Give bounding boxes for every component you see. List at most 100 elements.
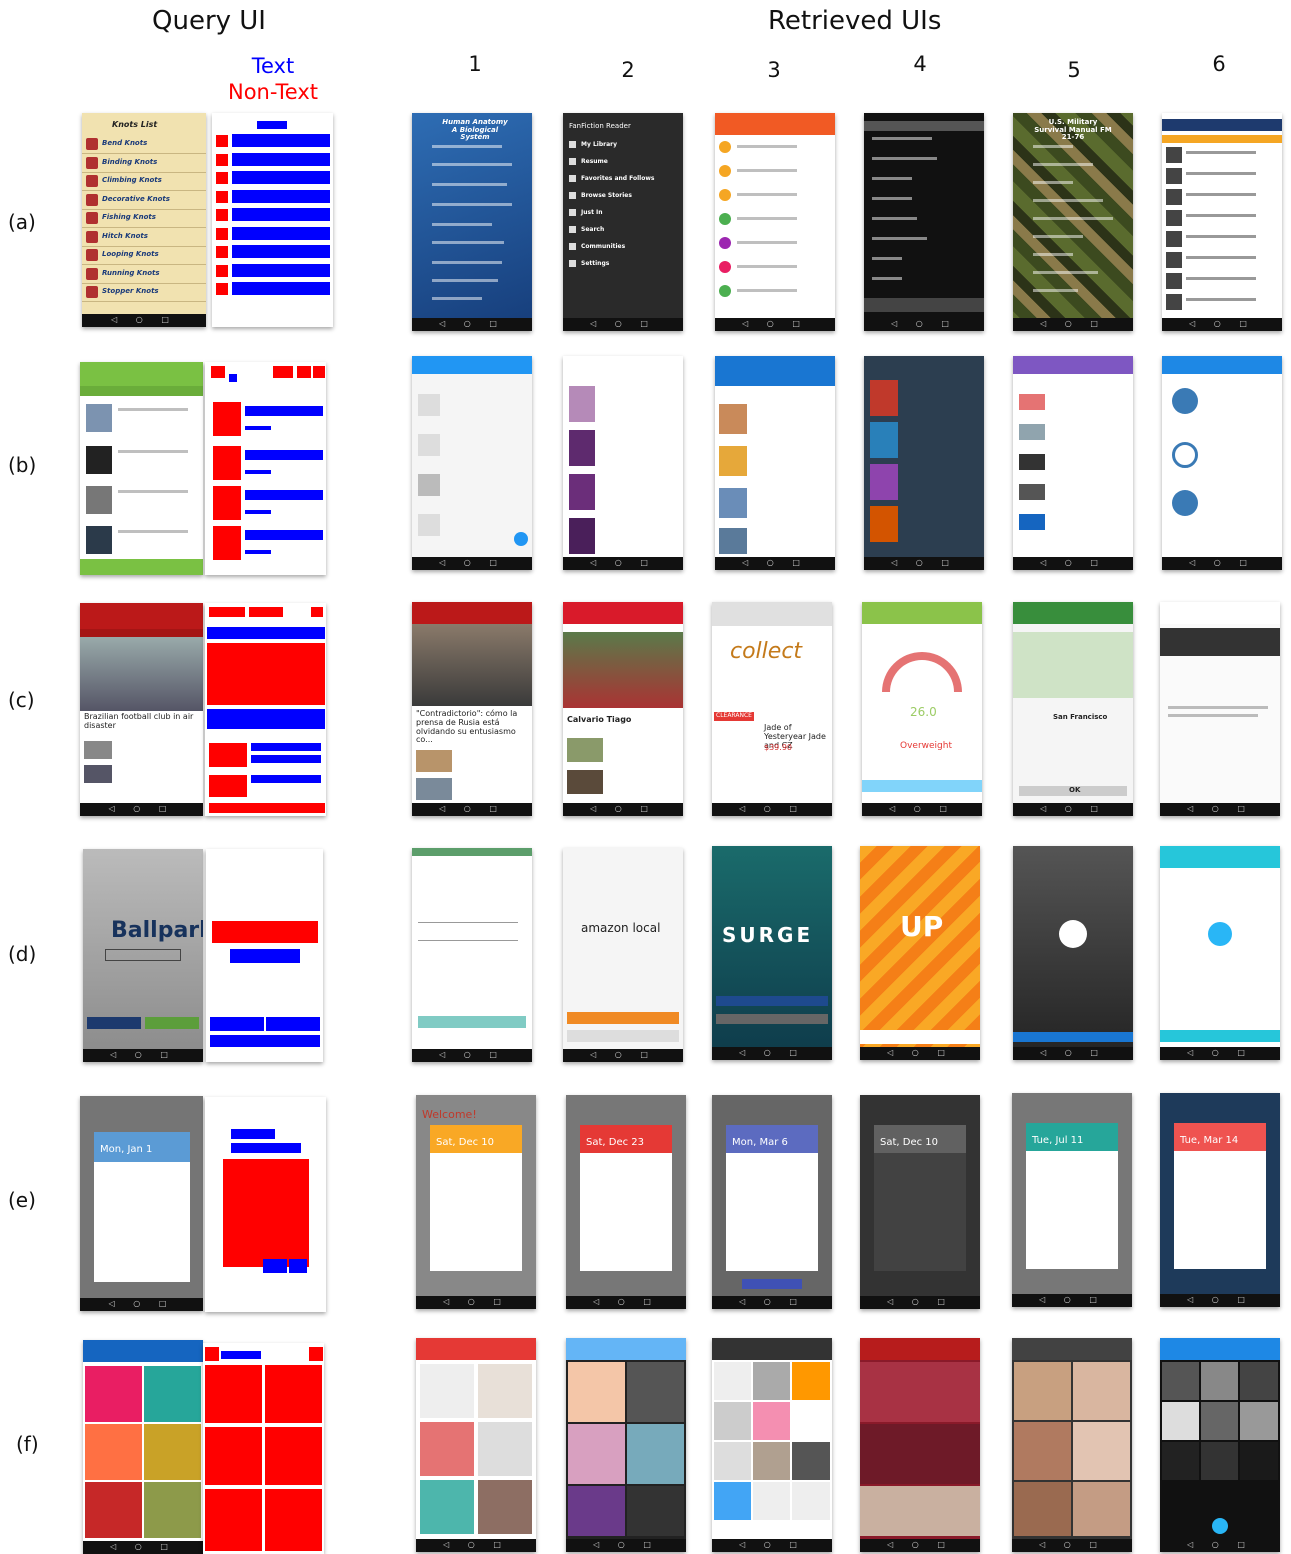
bmi-label: Overweight xyxy=(900,741,952,751)
query-wireframe-c xyxy=(205,603,326,816)
knots-list-item[interactable]: Binding Knots xyxy=(82,154,206,173)
product-line xyxy=(1186,214,1256,217)
fanfic-menu-item[interactable]: My Library xyxy=(581,141,617,148)
retrieved-e6: Tue, Mar 14 xyxy=(1160,1093,1280,1307)
retrieved-c5-map: San Francisco OK xyxy=(1013,602,1133,816)
product-thumbnail xyxy=(1166,294,1182,310)
knots-item-label: Decorative Knots xyxy=(102,194,170,203)
jewel-price: $39.90 xyxy=(764,743,792,752)
calendar-date-query: Mon, Jan 1 xyxy=(100,1144,153,1155)
retrieved-a6-desktops xyxy=(1162,113,1282,331)
knots-list-item[interactable]: Running Knots xyxy=(82,265,206,284)
retrieved-f3 xyxy=(712,1338,832,1552)
product-thumbnail xyxy=(1166,189,1182,205)
knots-list-item[interactable]: Climbing Knots xyxy=(82,172,206,191)
column-label-5: 5 xyxy=(1067,58,1081,82)
row-label-e: (e) xyxy=(8,1188,36,1212)
retrieved-f4 xyxy=(860,1338,980,1552)
knot-icon xyxy=(86,138,98,150)
legend-non-text: Non-Text xyxy=(228,80,318,104)
query-screenshot-ballpark: Ballpark xyxy=(83,849,203,1062)
menu-icon xyxy=(569,192,576,199)
fanfic-menu-item[interactable]: Just In xyxy=(581,209,603,216)
wire-text-box xyxy=(232,152,330,166)
knots-item-label: Stopper Knots xyxy=(102,287,159,295)
knot-icon xyxy=(86,286,98,298)
knot-icon xyxy=(86,193,98,206)
retrieved-d5 xyxy=(1013,846,1133,1060)
retrieved-a5-military: U.S. Military Survival Manual FM 21-76 xyxy=(1013,113,1133,331)
query-screenshot-calendar: Mon, Jan 1 xyxy=(80,1096,203,1311)
query-ui-header: Query UI xyxy=(152,6,266,36)
knots-item-label: Fishing Knots xyxy=(102,213,156,221)
retrieved-d3-surge: SURGE xyxy=(712,846,832,1060)
bbc-headline: Brazilian football club in air disaster xyxy=(84,712,194,730)
knots-list-item[interactable]: Decorative Knots xyxy=(82,191,206,210)
query-screenshot-grid xyxy=(83,1340,203,1554)
wire-nontext-box xyxy=(216,153,228,166)
column-label-3: 3 xyxy=(767,58,781,82)
wire-text-box xyxy=(232,189,330,203)
ballpark-logo: Ballpark xyxy=(111,918,203,943)
legend-text: Text xyxy=(251,54,295,78)
fanfic-title: FanFiction Reader xyxy=(569,122,631,130)
collect-text: collect xyxy=(730,639,803,664)
knots-item-label: Bend Knots xyxy=(102,139,148,147)
knots-item-label: Running Knots xyxy=(102,268,160,277)
column-label-4: 4 xyxy=(913,52,927,76)
fanfic-menu-item[interactable]: Search xyxy=(581,226,604,233)
retrieved-d6 xyxy=(1160,846,1280,1060)
row-label-f: (f) xyxy=(16,1432,39,1456)
retrieved-c3-jewelry: collect CLEARANCE Jade of Yesteryear Jad… xyxy=(712,602,832,816)
retrieved-f6 xyxy=(1160,1338,1280,1552)
retrieved-a3-vocabulary xyxy=(715,113,835,331)
retrieved-d1 xyxy=(412,848,532,1062)
knots-list-item[interactable]: Fishing Knots xyxy=(82,209,206,228)
column-label-6: 6 xyxy=(1212,52,1226,76)
product-thumbnail xyxy=(1166,273,1182,289)
bmi-value: 26.0 xyxy=(910,705,937,719)
fanfic-menu-item[interactable]: Resume xyxy=(581,158,608,165)
anatomy-title: Human Anatomy A Biological System xyxy=(442,118,508,142)
product-line xyxy=(1186,235,1256,238)
knots-item-label: Looping Knots xyxy=(102,250,159,258)
knot-icon xyxy=(86,230,98,243)
fanfic-menu-item[interactable]: Browse Stories xyxy=(581,192,632,199)
retrieved-f5 xyxy=(1012,1338,1132,1552)
menu-icon xyxy=(569,141,576,148)
row-label-a: (a) xyxy=(8,210,36,234)
calendar-date-e5: Tue, Jul 11 xyxy=(1032,1135,1084,1146)
product-line xyxy=(1186,151,1256,154)
query-screenshot-bbc: Brazilian football club in air disaster xyxy=(80,603,203,816)
query-screenshot-news-b xyxy=(80,362,203,575)
product-thumbnail xyxy=(1166,147,1182,163)
query-wireframe-a xyxy=(212,113,333,327)
knots-list-item[interactable]: Stopper Knots xyxy=(82,283,206,302)
wire-text-box xyxy=(232,245,330,258)
knots-list-item[interactable]: Bend Knots xyxy=(82,135,206,154)
wire-text-box xyxy=(232,226,330,240)
menu-icon xyxy=(569,260,576,267)
fanfic-menu-item[interactable]: Favorites and Follows xyxy=(581,175,654,182)
fanfic-menu-item[interactable]: Communities xyxy=(581,243,625,250)
up-logo: UP xyxy=(900,910,944,943)
fanfic-menu-item[interactable]: Settings xyxy=(581,260,609,267)
menu-icon xyxy=(569,158,576,165)
knots-item-label: Binding Knots xyxy=(102,157,158,166)
wire-text-box xyxy=(232,208,330,221)
wire-text-box xyxy=(232,134,330,147)
retrieved-b5 xyxy=(1013,356,1133,570)
knots-item-label: Hitch Knots xyxy=(102,231,148,240)
calendar-date-e3: Mon, Mar 6 xyxy=(732,1137,788,1148)
knots-list-item[interactable]: Hitch Knots xyxy=(82,228,206,247)
knots-item-label: Climbing Knots xyxy=(102,176,162,184)
retrieved-c1-mundo: "Contradictorio": cómo la prensa de Rusi… xyxy=(412,602,532,816)
knots-list-item[interactable]: Looping Knots xyxy=(82,246,206,265)
retrieved-d2-amazon: amazon local xyxy=(563,848,683,1062)
retrieved-e2: Sat, Dec 23 xyxy=(566,1095,686,1309)
retrieved-e3: Mon, Mar 6 xyxy=(712,1095,832,1309)
knots-title: Knots List xyxy=(112,120,158,129)
wire-nontext-box xyxy=(216,209,228,221)
wire-nontext-box xyxy=(216,227,228,240)
column-label-1: 1 xyxy=(468,52,482,76)
